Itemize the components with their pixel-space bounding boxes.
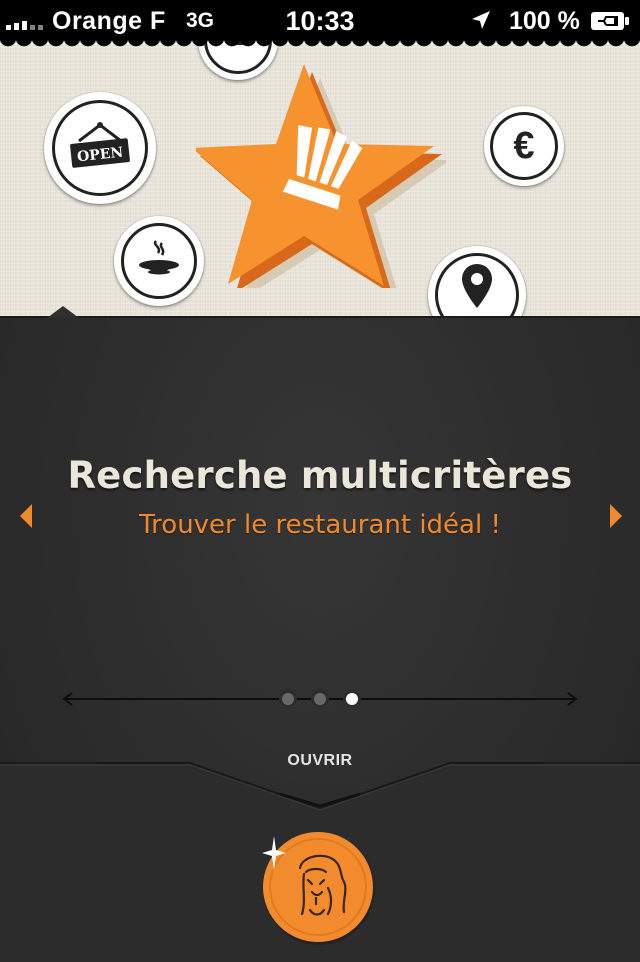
signal-strength-icon (6, 12, 43, 30)
sparkle-icon (262, 836, 286, 870)
chef-hat-star-icon (196, 64, 446, 288)
euro-icon: € (513, 124, 535, 167)
battery-charging-icon (590, 11, 630, 36)
page-dot-3-active[interactable] (346, 693, 358, 705)
feature-panel: Recherche multicritères Trouver le resta… (0, 306, 640, 962)
page-dot-2[interactable] (314, 693, 326, 705)
euro-badge: € (484, 106, 564, 186)
hot-dish-badge (114, 216, 204, 306)
status-bar-scallop-edge (0, 38, 640, 52)
location-arrow-icon (470, 9, 492, 36)
battery-percentage: 100 % (509, 7, 580, 35)
page-indicator (62, 688, 578, 710)
open-button-label[interactable]: OUVRIR (0, 752, 640, 770)
hot-dish-icon (134, 237, 184, 285)
panel-pointer (47, 306, 79, 318)
carrier-name: Orange F (52, 7, 166, 35)
feature-subtitle: Trouver le restaurant idéal ! (139, 510, 501, 540)
open-sign-badge: OPEN (44, 92, 156, 204)
open-sign-icon: OPEN (65, 121, 135, 175)
hero-illustration: OPEN € (0, 40, 640, 316)
network-type: 3G (186, 9, 215, 32)
page-dot-1[interactable] (282, 693, 294, 705)
feature-title: Recherche multicritères (67, 454, 573, 497)
next-arrow-icon[interactable] (606, 504, 626, 528)
status-bar: Orange F 3G 10:33 100 % (0, 0, 640, 52)
location-pin-icon (460, 262, 494, 314)
